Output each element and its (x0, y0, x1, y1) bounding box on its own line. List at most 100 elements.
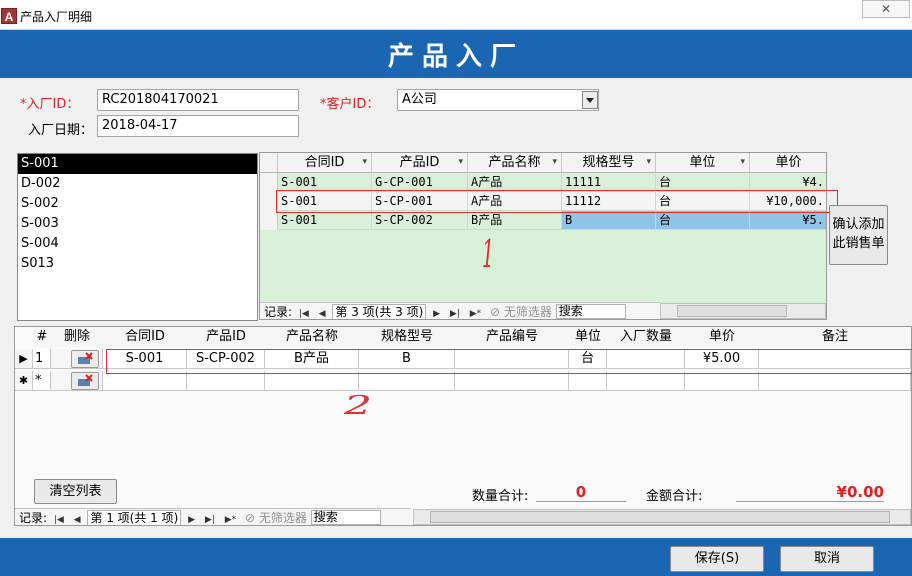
annotation-highlight-box (276, 190, 838, 213)
delete-row-button[interactable] (71, 372, 99, 390)
customer-id-label: *客户ID： (320, 97, 380, 112)
filter-status[interactable]: 无筛选器 (504, 305, 552, 319)
column-header[interactable]: 规格型号 ▾ (562, 153, 656, 173)
delete-row-button[interactable] (71, 350, 99, 368)
column-header: 产品名称 (265, 327, 359, 347)
search-input[interactable]: 搜索 (555, 304, 626, 319)
nav-prev-icon[interactable]: ◀ (319, 305, 326, 319)
list-item[interactable]: S-004 (18, 234, 257, 254)
close-icon[interactable]: ✕ (862, 0, 910, 18)
filter-status[interactable]: 无筛选器 (259, 511, 307, 525)
scrollbar-thumb[interactable] (430, 511, 890, 523)
combo-arrow-icon[interactable] (582, 91, 598, 109)
page-title: 产品入厂 (387, 42, 524, 72)
table-cell[interactable] (685, 371, 759, 391)
amount-total-label: 金额合计: (646, 489, 703, 504)
row-selector[interactable]: ▶ (15, 349, 33, 369)
contract-listbox[interactable]: S-001 D-002 S-002 S-003 S-004 S013 (17, 153, 258, 321)
sort-arrow-icon[interactable]: ▾ (458, 153, 463, 172)
list-item[interactable]: S-003 (18, 214, 257, 234)
column-header[interactable]: 单位 ▾ (656, 153, 750, 173)
qty-total-value: 0 (536, 483, 626, 502)
table-cell[interactable]: B (562, 211, 656, 230)
entry-date-label: 入厂日期： (28, 123, 94, 138)
nav-first-icon[interactable]: |◀ (299, 305, 309, 319)
select-all-corner[interactable] (260, 153, 278, 173)
column-header: # (33, 327, 51, 347)
column-header: 删除 (51, 327, 103, 347)
filter-icon[interactable]: ⊘ (245, 511, 255, 525)
record-navigator: 记录: |◀ ◀ 第 3 项(共 3 项) ▶ ▶| ▶* ⊘ 无筛选器 搜索 (260, 302, 660, 319)
new-row-selector[interactable]: ✱ (15, 371, 33, 391)
column-header: 产品编号 (455, 327, 569, 347)
qty-total-label: 数量合计: (472, 489, 529, 504)
cancel-button[interactable]: 取消 (780, 546, 874, 572)
table-cell[interactable] (103, 371, 187, 391)
table-cell[interactable] (759, 371, 911, 391)
record-position[interactable]: 第 3 项(共 3 项) (332, 304, 427, 319)
table-cell[interactable]: B产品 (468, 211, 562, 230)
column-header[interactable]: 产品名称 ▾ (468, 153, 562, 173)
title-bar (0, 0, 912, 30)
sort-arrow-icon[interactable]: ▾ (552, 153, 557, 172)
list-item[interactable]: S-002 (18, 194, 257, 214)
table-cell[interactable]: S-001 (278, 211, 372, 230)
list-item[interactable]: D-002 (18, 174, 257, 194)
row-number: 1 (33, 349, 51, 369)
table-cell[interactable] (455, 371, 569, 391)
filter-icon[interactable]: ⊘ (490, 305, 500, 319)
nav-prev-icon[interactable]: ◀ (74, 511, 81, 525)
footer-band (0, 538, 912, 576)
entry-id-field[interactable]: RC201804170021 (97, 89, 299, 111)
sort-arrow-icon[interactable]: ▾ (362, 153, 367, 172)
column-header[interactable]: 合同ID ▾ (278, 153, 372, 173)
nav-last-icon[interactable]: ▶| (450, 305, 460, 319)
nav-next-icon[interactable]: ▶ (188, 511, 195, 525)
sort-arrow-icon[interactable]: ▾ (646, 153, 651, 172)
search-input[interactable]: 搜索 (310, 510, 381, 525)
delete-row-icon (78, 374, 93, 386)
column-header: 单位 (569, 327, 607, 347)
annotation-mark-1: 1 (482, 232, 495, 276)
delete-row-icon (78, 352, 93, 364)
record-label: 记录: (19, 511, 48, 525)
amount-total-value: ¥0.00 (736, 483, 884, 502)
nav-first-icon[interactable]: |◀ (54, 511, 64, 525)
customer-id-select[interactable]: A公司 (397, 89, 599, 111)
table-cell[interactable] (569, 371, 607, 391)
column-header: 单价 (685, 327, 759, 347)
table-cell[interactable]: 台 (656, 211, 750, 230)
annotation-mark-2: 2 (344, 390, 372, 421)
column-header[interactable]: 单价 (750, 153, 826, 173)
column-header: 备注 (759, 327, 911, 347)
column-header: 入厂数量 (607, 327, 685, 347)
clear-list-button[interactable]: 清空列表 (34, 479, 117, 504)
app-access-icon: A (1, 8, 17, 24)
nav-next-icon[interactable]: ▶ (433, 305, 440, 319)
confirm-add-button[interactable]: 确认添加 此销售单 (829, 205, 888, 265)
table-cell[interactable] (607, 371, 685, 391)
table-cell[interactable]: ¥5. (750, 211, 826, 230)
horizontal-scrollbar[interactable] (413, 509, 911, 525)
record-position[interactable]: 第 1 项(共 1 项) (87, 510, 182, 525)
column-header: 合同ID (103, 327, 187, 347)
list-item[interactable]: S-001 (18, 154, 257, 174)
row-number: * (33, 371, 51, 391)
table-cell[interactable] (265, 371, 359, 391)
table-cell[interactable]: S-CP-002 (372, 211, 468, 230)
entry-date-field[interactable]: 2018-04-17 (97, 115, 299, 137)
nav-last-icon[interactable]: ▶| (205, 511, 215, 525)
sort-arrow-icon[interactable]: ▾ (740, 153, 745, 172)
table-cell[interactable] (187, 371, 265, 391)
table-cell[interactable] (359, 371, 455, 391)
horizontal-scrollbar[interactable] (660, 303, 826, 319)
save-button[interactable]: 保存(S) (670, 546, 764, 572)
list-item[interactable]: S013 (18, 254, 257, 274)
nav-new-icon[interactable]: ▶* (225, 511, 236, 525)
record-label: 记录: (264, 305, 293, 319)
nav-new-icon[interactable]: ▶* (470, 305, 481, 319)
scrollbar-thumb[interactable] (677, 305, 787, 317)
column-header: 产品ID (187, 327, 265, 347)
column-header[interactable]: 产品ID ▾ (372, 153, 468, 173)
customer-id-value: A公司 (402, 92, 437, 107)
